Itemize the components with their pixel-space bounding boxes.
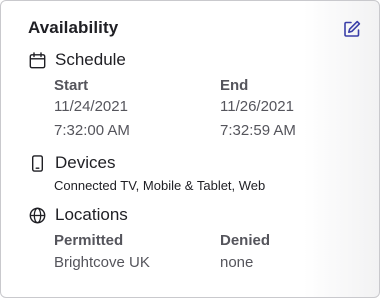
end-date: 11/26/2021: [220, 98, 294, 115]
availability-card: Availability Schedule Start 11/24/2021 7…: [0, 0, 380, 298]
denied-label: Denied: [220, 232, 271, 249]
locations-heading: Locations: [55, 205, 128, 224]
devices-list: Connected TV, Mobile & Tablet, Web: [54, 178, 266, 193]
denied-value: none: [220, 254, 254, 271]
permitted-value: Brightcove UK: [54, 254, 150, 271]
schedule-heading: Schedule: [55, 50, 126, 69]
permitted-label: Permitted: [54, 232, 124, 249]
locations-section-header: Locations: [28, 205, 128, 225]
edit-availability-button[interactable]: [339, 16, 365, 42]
mobile-device-icon: [28, 154, 46, 172]
schedule-section-header: Schedule: [28, 50, 126, 70]
availability-title: Availability: [28, 18, 119, 37]
end-time: 7:32:59 AM: [220, 122, 296, 139]
globe-icon: [28, 206, 46, 224]
start-time: 7:32:00 AM: [54, 122, 130, 139]
devices-section-header: Devices: [28, 153, 115, 173]
end-label: End: [220, 77, 249, 94]
start-date: 11/24/2021: [54, 98, 128, 115]
start-label: Start: [54, 77, 89, 94]
edit-icon: [344, 20, 361, 37]
calendar-icon: [28, 51, 46, 69]
devices-heading: Devices: [55, 153, 116, 172]
